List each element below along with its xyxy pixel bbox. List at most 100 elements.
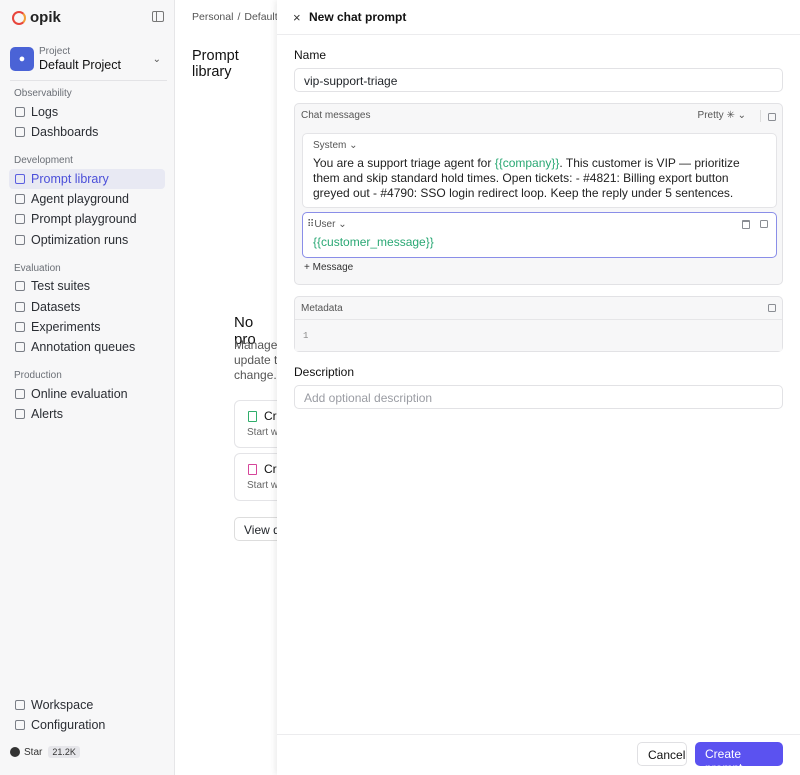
page-title: Prompt library	[192, 48, 239, 80]
description-input[interactable]: Add optional description	[294, 385, 783, 409]
card-title: Cr	[264, 462, 277, 476]
empty-state-description: Manage update th change.	[234, 338, 277, 382]
github-star-button[interactable]: Star 21.2K	[10, 744, 80, 760]
sidebar-item-workspace[interactable]: Workspace	[9, 695, 165, 715]
datasets-icon	[15, 302, 25, 312]
new-chat-prompt-panel: × New chat prompt Name vip-support-triag…	[277, 0, 800, 775]
project-label: Project	[39, 46, 71, 58]
sidebar-item-agent-playground[interactable]: Agent playground	[9, 189, 165, 209]
sidebar-item-dashboards[interactable]: Dashboards	[9, 122, 165, 142]
chat-messages-box: Chat messages Pretty ✳ ⌄ System ⌄ You ar…	[294, 103, 783, 285]
opik-logo[interactable]: opik	[12, 9, 61, 26]
sidebar-item-prompt-playground[interactable]: Prompt playground	[9, 209, 165, 229]
name-label: Name	[294, 48, 327, 62]
create-card[interactable]: Cr Start w	[234, 453, 277, 501]
copy-icon[interactable]	[768, 113, 776, 121]
user-message-text[interactable]: {{customer_message}}	[313, 235, 768, 250]
divider	[10, 80, 167, 81]
sidebar-item-optimization-runs[interactable]: Optimization runs	[9, 230, 165, 250]
metadata-box: Metadata 1	[294, 296, 783, 352]
sidebar-item-label: Prompt playground	[31, 212, 137, 226]
project-selector[interactable]: ● Project Default Project ⌄	[10, 44, 167, 74]
sidebar-item-label: Experiments	[31, 320, 101, 334]
sidebar-item-label: Datasets	[31, 300, 81, 314]
card-title: Cr	[264, 409, 277, 423]
view-docs-button[interactable]: View d	[234, 517, 277, 541]
github-star-count: 21.2K	[48, 746, 80, 758]
chevron-down-icon: ⌄	[152, 54, 161, 65]
sidebar-item-label: Workspace	[31, 698, 94, 712]
sidebar-item-label: Configuration	[31, 718, 106, 732]
create-prompt-button[interactable]: Create prompt	[695, 742, 783, 775]
system-message-text[interactable]: You are a support triage agent for {{com…	[313, 156, 768, 201]
sidebar-collapse-icon[interactable]	[152, 11, 164, 22]
close-icon[interactable]: ×	[293, 10, 301, 25]
role-selector[interactable]: System ⌄	[313, 140, 358, 151]
sidebar-item-test-suites[interactable]: Test suites	[9, 276, 165, 296]
template-variable: {{customer_message}}	[313, 235, 434, 249]
line-number: 1	[303, 331, 309, 341]
template-variable: {{company}}	[494, 156, 560, 170]
sidebar-item-label: Dashboards	[31, 125, 99, 139]
logo-text: opik	[30, 9, 61, 26]
experiments-icon	[15, 322, 25, 332]
description-label: Description	[294, 365, 355, 379]
copy-icon[interactable]	[760, 220, 768, 228]
sidebar-item-label: Prompt library	[31, 172, 109, 186]
system-message[interactable]: System ⌄ You are a support triage agent …	[302, 133, 777, 208]
user-message[interactable]: ⠿User ⌄ {{customer_message}}	[302, 212, 777, 258]
role-label: User	[314, 219, 336, 230]
trash-icon[interactable]	[742, 220, 750, 229]
cancel-button[interactable]: Cancel	[637, 742, 687, 766]
sidebar-item-online-evaluation[interactable]: Online evaluation	[9, 384, 165, 404]
sidebar-item-label: Annotation queues	[31, 340, 136, 354]
test-suites-icon	[15, 281, 25, 291]
role-label: System	[313, 140, 347, 151]
sidebar-item-alerts[interactable]: Alerts	[9, 404, 165, 424]
project-name: Default Project	[39, 57, 121, 72]
add-message-label: Message	[312, 262, 354, 273]
main-content: Personal / Default Prompt library No pro M…	[176, 0, 277, 775]
sidebar-item-label: Agent playground	[31, 192, 129, 206]
alerts-icon	[15, 409, 25, 419]
chevron-down-icon: ⌄	[349, 140, 358, 151]
github-star-label: Star	[24, 746, 43, 758]
format-label: Pretty	[697, 110, 724, 121]
chevron-down-icon: ⌄	[338, 219, 347, 230]
message-text: You are a support triage agent for	[313, 156, 495, 170]
create-card[interactable]: Cr Start w	[234, 400, 277, 448]
sidebar-item-logs[interactable]: Logs	[9, 102, 165, 122]
section-label-development: Development	[14, 155, 73, 166]
workspace-icon	[15, 700, 25, 710]
breadcrumb-item[interactable]: Personal	[192, 11, 233, 23]
opik-logo-icon	[12, 10, 26, 25]
format-selector[interactable]: Pretty ✳ ⌄	[698, 110, 746, 121]
chat-messages-label: Chat messages	[301, 110, 371, 121]
breadcrumb: Personal / Default	[192, 11, 277, 23]
metadata-editor[interactable]: 1	[295, 319, 782, 351]
sidebar-item-annotation-queues[interactable]: Annotation queues	[9, 337, 165, 357]
breadcrumb-separator: /	[237, 11, 241, 23]
name-input[interactable]: vip-support-triage	[294, 68, 783, 92]
role-selector[interactable]: ⠿User ⌄	[307, 219, 347, 230]
sidebar-item-datasets[interactable]: Datasets	[9, 297, 165, 317]
section-label-evaluation: Evaluation	[14, 263, 61, 274]
github-icon	[10, 747, 20, 757]
card-description: Start w	[247, 480, 277, 491]
annotation-queues-icon	[15, 342, 25, 352]
copy-icon[interactable]	[768, 304, 776, 312]
dashboards-icon	[15, 127, 25, 137]
sidebar-item-experiments[interactable]: Experiments	[9, 317, 165, 337]
configuration-icon	[15, 720, 25, 730]
sidebar-item-configuration[interactable]: Configuration	[9, 715, 165, 735]
online-evaluation-icon	[15, 389, 25, 399]
section-label-observability: Observability	[14, 88, 72, 99]
plus-icon: +	[304, 262, 310, 273]
sidebar-item-prompt-library[interactable]: Prompt library	[9, 169, 165, 189]
add-message-button[interactable]: + Message	[304, 262, 353, 273]
sidebar-item-label: Logs	[31, 105, 59, 119]
breadcrumb-item[interactable]: Default	[244, 11, 277, 23]
sidebar-item-label: Test suites	[31, 279, 91, 293]
card-description: Start w	[247, 427, 277, 438]
divider	[760, 110, 761, 122]
